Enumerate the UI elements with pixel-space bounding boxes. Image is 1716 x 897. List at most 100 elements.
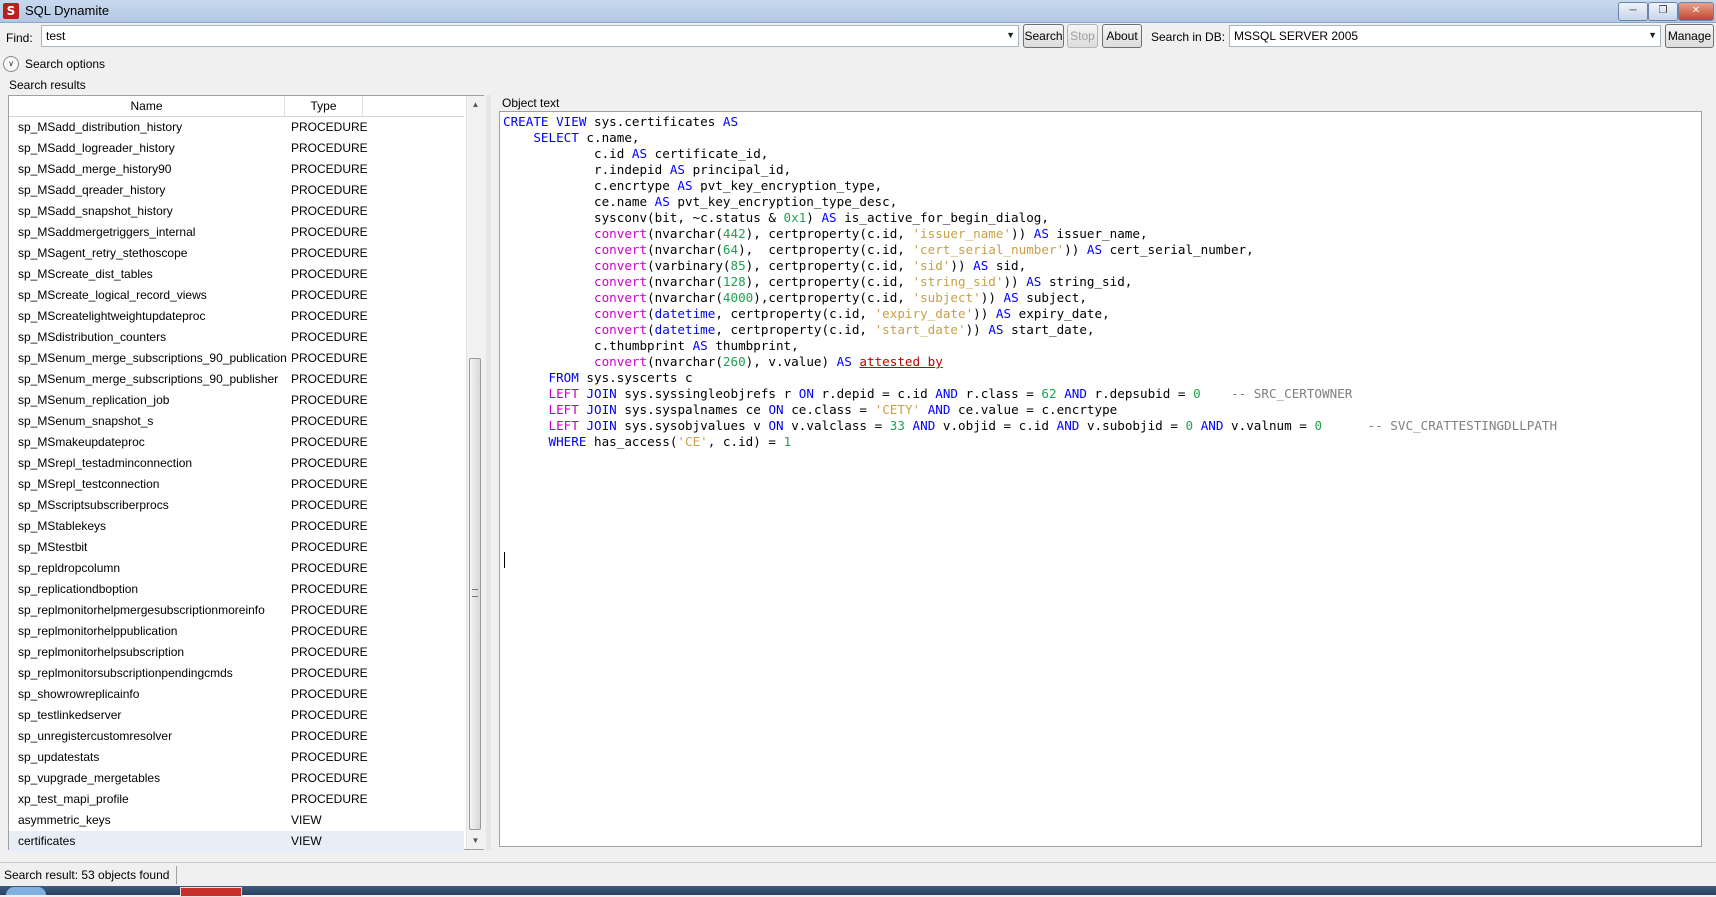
table-row[interactable]: sp_replmonitorhelpmergesubscriptionmorei… xyxy=(9,600,464,621)
code-line: convert(nvarchar(128), certproperty(c.id… xyxy=(503,274,1557,290)
start-button[interactable] xyxy=(6,887,46,895)
table-row[interactable]: sp_MSadd_merge_history90 PROCEDURE xyxy=(9,159,464,180)
text-caret xyxy=(504,552,505,568)
cell-name: sp_MSadd_logreader_history xyxy=(18,141,175,155)
column-header-type[interactable]: Type xyxy=(285,96,363,116)
table-row[interactable]: sp_MStestbit PROCEDURE xyxy=(9,537,464,558)
cell-name: sp_showrowreplicainfo xyxy=(18,687,140,701)
scroll-up-icon[interactable]: ▲ xyxy=(467,96,484,113)
table-row[interactable]: sp_MSscriptsubscriberprocs PROCEDURE xyxy=(9,495,464,516)
code-token: AS xyxy=(1003,290,1019,305)
code-token: c.thumbprint xyxy=(503,338,693,353)
window-title: SQL Dynamite xyxy=(25,3,110,18)
cell-type: PROCEDURE xyxy=(291,309,368,323)
code-token: 0 xyxy=(1193,386,1201,401)
results-scrollbar[interactable]: ▲ ▼ xyxy=(466,96,484,849)
code-line: LEFT JOIN sys.syspalnames ce ON ce.class… xyxy=(503,402,1557,418)
code-token: AS xyxy=(973,258,989,273)
table-row[interactable]: sp_showrowreplicainfo PROCEDURE xyxy=(9,684,464,705)
database-select[interactable]: MSSQL SERVER 2005 ▼ xyxy=(1229,25,1661,47)
table-row[interactable]: sp_MSadd_distribution_history PROCEDURE xyxy=(9,117,464,138)
scroll-down-icon[interactable]: ▼ xyxy=(467,832,484,849)
cell-name: sp_unregistercustomresolver xyxy=(18,729,173,743)
chevron-down-icon[interactable]: ▼ xyxy=(1648,30,1657,40)
table-row[interactable]: sp_MScreate_dist_tables PROCEDURE xyxy=(9,264,464,285)
code-token: sys.sysobjvalues v xyxy=(616,418,769,433)
cell-type: PROCEDURE xyxy=(291,246,368,260)
table-row[interactable]: sp_MSaddmergetriggers_internal PROCEDURE xyxy=(9,222,464,243)
maximize-button[interactable]: ❐ xyxy=(1648,2,1678,21)
manage-button[interactable]: Manage xyxy=(1665,24,1714,48)
code-token: r.class = xyxy=(958,386,1042,401)
find-input[interactable]: test ▼ xyxy=(41,25,1019,47)
table-row[interactable]: sp_vupgrade_mergetables PROCEDURE xyxy=(9,768,464,789)
code-token: has_access( xyxy=(586,434,678,449)
code-token: certificate_id, xyxy=(647,146,769,161)
cell-name: sp_MSrepl_testadminconnection xyxy=(18,456,193,470)
table-row[interactable]: sp_MSenum_replication_job PROCEDURE xyxy=(9,390,464,411)
code-token: c.name, xyxy=(578,130,640,145)
table-row[interactable]: sp_MScreate_logical_record_views PROCEDUR… xyxy=(9,285,464,306)
code-token: convert xyxy=(594,322,648,337)
table-row[interactable]: sp_MSadd_qreader_history PROCEDURE xyxy=(9,180,464,201)
table-row[interactable]: sp_replmonitorhelpsubscription PROCEDURE xyxy=(9,642,464,663)
code-token: convert xyxy=(594,274,648,289)
taskbar-app-button[interactable] xyxy=(180,887,242,897)
search-options-label[interactable]: Search options xyxy=(25,57,105,71)
status-text: Search result: 53 objects found xyxy=(4,868,170,882)
table-row[interactable]: sp_MStablekeys PROCEDURE xyxy=(9,516,464,537)
cell-type: PROCEDURE xyxy=(291,183,368,197)
panel-splitter[interactable] xyxy=(486,95,491,850)
sql-code[interactable]: CREATE VIEW sys.certificates AS SELECT c… xyxy=(503,114,1557,450)
code-token: ce.class = xyxy=(783,402,875,417)
table-row[interactable]: sp_MSenum_snapshot_s PROCEDURE xyxy=(9,411,464,432)
cell-type: PROCEDURE xyxy=(291,267,368,281)
stop-button[interactable]: Stop xyxy=(1067,24,1098,48)
table-row[interactable]: sp_replmonitorsubscriptionpendingcmds PRO… xyxy=(9,663,464,684)
search-button[interactable]: Search xyxy=(1023,24,1064,48)
code-line: WHERE has_access('CE', c.id) = 1 xyxy=(503,434,1557,450)
code-token: (nvarchar( xyxy=(647,226,723,241)
code-token: )) xyxy=(1011,226,1034,241)
object-text-editor[interactable]: CREATE VIEW sys.certificates AS SELECT c… xyxy=(499,111,1702,847)
table-row[interactable]: sp_MSagent_retry_stethoscope PROCEDURE xyxy=(9,243,464,264)
code-token: 0x1 xyxy=(783,210,807,225)
table-row[interactable]: xp_test_mapi_profile PROCEDURE xyxy=(9,789,464,810)
table-row[interactable]: sp_MSrepl_testconnection PROCEDURE xyxy=(9,474,464,495)
table-row[interactable]: sp_MSenum_merge_subscriptions_90_publish… xyxy=(9,369,464,390)
chevron-down-icon[interactable]: ▼ xyxy=(1006,30,1015,40)
close-button[interactable]: ✕ xyxy=(1678,2,1714,21)
table-row[interactable]: sp_repldropcolumn PROCEDURE xyxy=(9,558,464,579)
table-row[interactable]: sp_MSdistribution_counters PROCEDURE xyxy=(9,327,464,348)
code-token: cert_serial_number, xyxy=(1102,242,1254,257)
table-row[interactable]: sp_MSrepl_testadminconnection PROCEDURE xyxy=(9,453,464,474)
code-line: ce.name AS pvt_key_encryption_type_desc, xyxy=(503,194,1557,210)
code-token: )) xyxy=(965,322,989,337)
table-row[interactable]: sp_MSmakeupdateproc PROCEDURE xyxy=(9,432,464,453)
code-token: pvt_key_encryption_type_desc, xyxy=(669,194,898,209)
code-token: AND xyxy=(1064,386,1087,401)
table-row[interactable]: sp_testlinkedserver PROCEDURE xyxy=(9,705,464,726)
table-row[interactable]: asymmetric_keys VIEW xyxy=(9,810,464,831)
code-token: AS xyxy=(995,306,1012,321)
table-row[interactable]: sp_replicationdboption PROCEDURE xyxy=(9,579,464,600)
minimize-button[interactable]: ─ xyxy=(1618,2,1648,21)
column-header-name[interactable]: Name xyxy=(9,96,285,116)
cell-type: PROCEDURE xyxy=(291,708,368,722)
cell-name: sp_replmonitorhelpmergesubscriptionmorei… xyxy=(18,603,265,617)
table-row[interactable]: sp_MSadd_logreader_history PROCEDURE xyxy=(9,138,464,159)
table-row[interactable]: sp_replmonitorhelppublication PROCEDURE xyxy=(9,621,464,642)
code-token: )) xyxy=(1064,242,1087,257)
table-row[interactable]: sp_updatestats PROCEDURE xyxy=(9,747,464,768)
expand-chevron-icon[interactable]: ∨ xyxy=(3,56,19,72)
table-row[interactable]: sp_MSenum_merge_subscriptions_90_publica… xyxy=(9,348,464,369)
table-row[interactable]: sp_unregistercustomresolver PROCEDURE xyxy=(9,726,464,747)
table-row[interactable]: sp_MScreatelightweightupdateproc PROCEDUR… xyxy=(9,306,464,327)
scrollbar-thumb[interactable] xyxy=(469,358,481,830)
table-row[interactable]: sp_MSadd_snapshot_history PROCEDURE xyxy=(9,201,464,222)
code-token: datetime xyxy=(654,322,716,337)
table-row[interactable]: certificates VIEW xyxy=(9,831,464,852)
about-button[interactable]: About xyxy=(1102,24,1142,48)
